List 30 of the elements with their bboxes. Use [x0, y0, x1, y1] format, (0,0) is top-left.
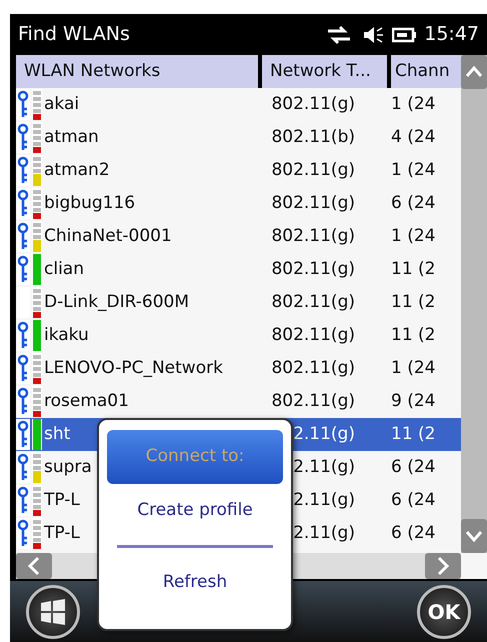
network-type: 802.11(g) [270, 224, 356, 248]
channel: 11 (2 [390, 324, 436, 347]
network-type: 802.11(g) [270, 290, 356, 314]
network-type: 802.11(g) [270, 324, 356, 347]
channel: 6 (24 [390, 192, 436, 215]
channel: 11 (2 [390, 290, 436, 314]
network-type: 802.11(g) [270, 158, 356, 182]
network-type: 2.11(g) [292, 488, 356, 512]
channel: 6 (24 [390, 488, 436, 512]
network-type: 2.11(g) [292, 456, 356, 479]
network-type: 802.11(b) [270, 126, 356, 149]
network-type: 802.11(g) [270, 92, 356, 116]
network-type: 802.11(g) [270, 390, 356, 413]
network-type: 2.11(g) [292, 422, 356, 446]
channel: 11 (2 [390, 258, 436, 281]
channel: 4 (24 [390, 126, 436, 149]
channel: 9 (24 [390, 390, 436, 413]
network-type: 2.11(g) [292, 522, 356, 545]
clock-time: 15:47 [424, 22, 479, 48]
channel: 1 (24 [390, 158, 436, 182]
window-title: Find WLANs [18, 22, 130, 48]
channel: 6 (24 [390, 522, 436, 545]
network-type: 802.11(g) [270, 258, 356, 281]
channel: 1 (24 [390, 356, 436, 380]
channel: 1 (24 [390, 92, 436, 116]
channel: 1 (24 [390, 224, 436, 248]
network-type: 802.11(g) [270, 192, 356, 215]
channel: 6 (24 [390, 456, 436, 479]
channel: 11 (2 [390, 422, 436, 446]
network-type: 802.11(g) [270, 356, 356, 380]
